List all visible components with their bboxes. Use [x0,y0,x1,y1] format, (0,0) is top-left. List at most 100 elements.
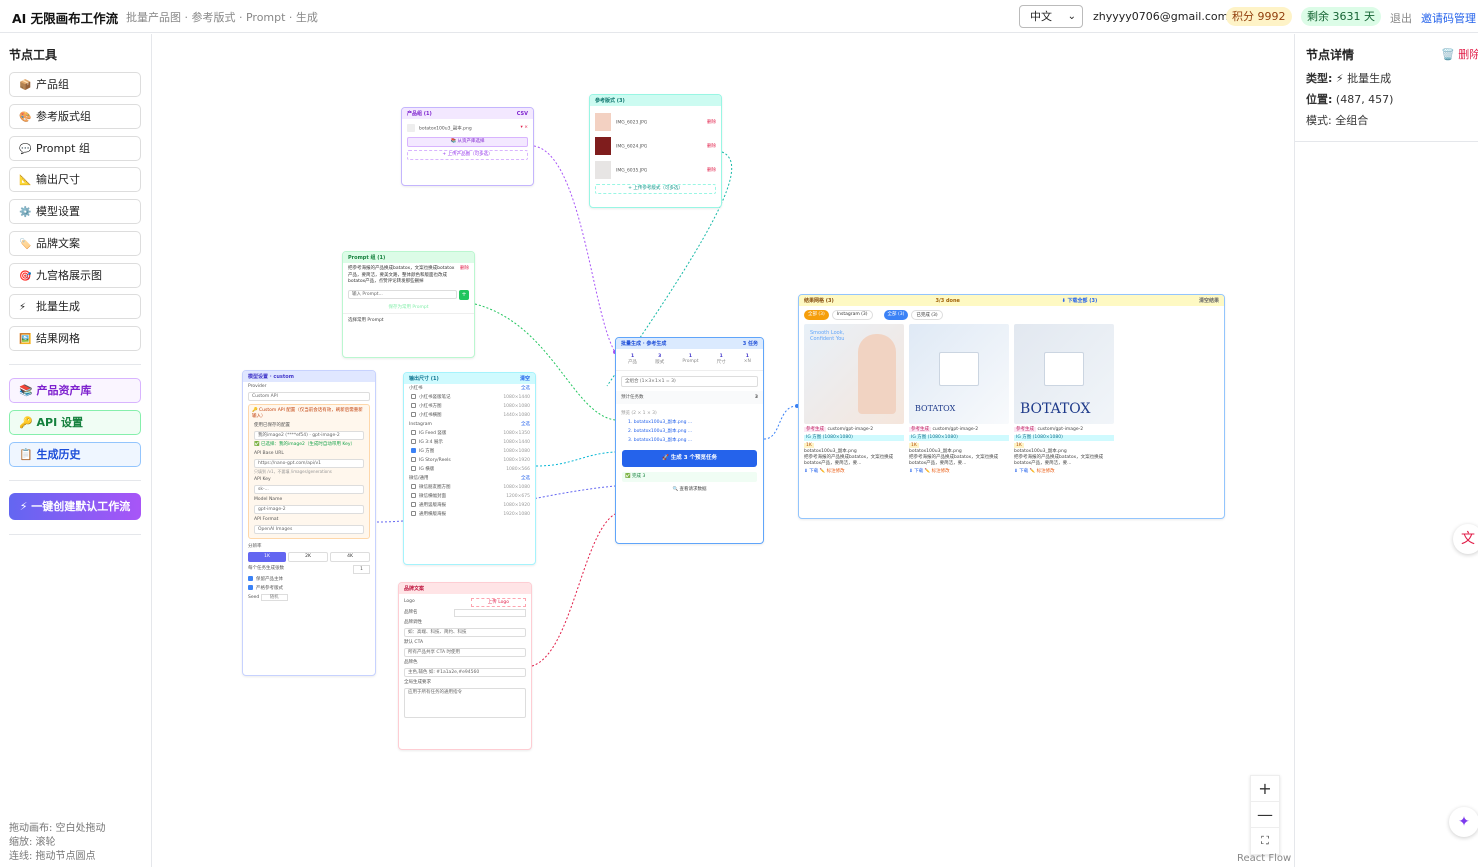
checkbox[interactable] [411,448,416,453]
reference-group-node[interactable]: 参考版式 (3) IMG_6023.JPG 删除 IMG_6024.JPG 删除 I… [589,94,722,208]
brand-color-input[interactable]: 主色,辅色 如: #1a1a2e,#e94560 [404,668,526,677]
filter-status-done[interactable]: 已完成 (3) [911,310,943,320]
product-group-node[interactable]: 产品组 (1) CSV botatox100u3_副本.png ▾ × 📚 从资产库… [401,107,534,186]
result-grid-node[interactable]: 结果网格 (3) 3/3 done ⬇ 下载全部 (3) 清空结果 全部 (3) In… [798,294,1225,519]
checkbox[interactable] [411,466,416,471]
annotate-button[interactable]: ✏️ 标注修改 [925,469,950,474]
flow-canvas[interactable]: 产品组 (1) CSV botatox100u3_副本.png ▾ × 📚 从资产库… [152,34,1294,867]
tool-reference-group[interactable]: 🎨 参考版式组 [9,104,141,129]
select-all-button[interactable]: 全选 [521,421,530,428]
add-prompt-button[interactable]: + [459,289,469,300]
checkbox[interactable] [411,403,416,408]
annotate-button[interactable]: ✏️ 标注修改 [1030,469,1055,474]
tool-brand-copy[interactable]: 🏷️ 品牌文案 [9,231,141,256]
language-select[interactable]: 中文 ⌄ [1019,5,1083,28]
upload-reference-button[interactable]: + 上传参考版式（可多选） [595,184,716,194]
delete-node-button[interactable]: 🗑️ 删除 [1441,46,1478,62]
size-option[interactable]: 微信横幅封面 1200×675 [404,492,535,501]
checkbox[interactable] [411,394,416,399]
result-image[interactable]: Smooth Look, Confident You [804,324,904,424]
result-card[interactable]: Smooth Look, Confident You 参考生成 custom/gp… [804,324,904,475]
tool-result-grid[interactable]: 🖼️ 结果网格 [9,326,141,351]
checkbox[interactable] [411,457,416,462]
fit-view-icon[interactable]: ⛶ [1251,828,1279,854]
api-settings-button[interactable]: 🔑 API 设置 [9,410,141,435]
output-size-node[interactable]: 输出尺寸 (1) 清空 小红书 全选 小红书竖版笔记 1080×1440 小红书方图 108… [403,372,536,565]
tool-prompt-group[interactable]: 💬 Prompt 组 [9,136,141,161]
create-default-workflow-button[interactable]: ⚡ 一键创建默认工作流 [9,493,141,520]
zoom-in-button[interactable]: + [1251,776,1279,802]
tool-product-group[interactable]: 📦 产品组 [9,72,141,97]
size-option[interactable]: 微信朋友圈方图 1080×1080 [404,483,535,492]
zoom-out-button[interactable]: — [1251,802,1279,828]
checkbox[interactable] [411,493,416,498]
model-settings-node[interactable]: 模型设置 · custom Provider Custom API 🔑 Cust… [242,370,376,676]
upload-logo-button[interactable]: 上传 Logo [470,598,526,607]
brand-copy-node[interactable]: 品牌文案 Logo 上传 Logo 品牌名 品牌调性 如：高端、科技、简约、科技 … [398,582,532,750]
brand-name-input[interactable] [454,609,526,617]
size-option[interactable]: 通用竖版海报 1080×1920 [404,501,535,510]
annotate-button[interactable]: ✏️ 标注修改 [820,469,845,474]
filter-all[interactable]: 全部 (3) [804,310,829,320]
product-assets-button[interactable]: 📚 产品资产库 [9,378,141,403]
generation-history-button[interactable]: 📋 生成历史 [9,442,141,467]
checkbox[interactable] [411,430,416,435]
result-image[interactable]: BOTATOX [1014,324,1114,424]
count-input[interactable]: 1 [353,565,370,574]
csv-tag[interactable]: CSV [517,111,528,117]
delete-button[interactable]: 删除 [707,143,716,150]
size-option[interactable]: IG 方图 1080×1080 [404,447,535,456]
checkbox[interactable] [248,585,253,590]
checkbox[interactable] [411,502,416,507]
download-button[interactable]: ⬇ 下载 [1014,469,1028,474]
result-card[interactable]: BOTATOX 参考生成 custom/gpt-image-2 IG 方图 (108… [1014,324,1114,475]
resolution-4k[interactable]: 4K [330,552,370,562]
upload-product-button[interactable]: + 上传产品图（可多选） [407,149,528,160]
result-card[interactable]: BOTATOX 参考生成 custom/gpt-image-2 IG 方图 (108… [909,324,1009,475]
download-all-button[interactable]: ⬇ 下载全部 (3) [1062,297,1098,304]
select-all-button[interactable]: 全选 [521,385,530,392]
generate-tasks-button[interactable]: 🚀 生成 3 个预览任务 [622,450,757,467]
brand-tone-input[interactable]: 如：高端、科技、简约、科技 [404,628,526,637]
clear-results-button[interactable]: 清空结果 [1199,297,1219,304]
global-requirement-input[interactable]: 应用于所有任务的通用指令 [404,688,526,718]
combination-mode-select[interactable]: 全组合 (1×3×1×1 = 3) [621,376,758,387]
tool-output-size[interactable]: 📐 输出尺寸 [9,167,141,192]
result-image[interactable]: BOTATOX [909,324,1009,424]
react-flow-attribution[interactable]: React Flow [1237,853,1291,864]
delete-button[interactable]: 删除 [460,266,469,286]
size-option[interactable]: IG 3:4 展示 1080×1440 [404,438,535,447]
strict-reference-row[interactable]: 严格参考版式 [243,584,375,593]
filter-instagram[interactable]: Instagram (3) [831,310,873,320]
api-key-input[interactable]: sk-... [254,485,364,494]
tool-model-settings[interactable]: ⚙️ 模型设置 [9,199,141,224]
translate-icon[interactable]: 文 [1453,524,1478,554]
default-cta-input[interactable]: 所有产品共享 CTA 时使用 [404,648,526,657]
size-option[interactable]: IG Story/Reels 1080×1920 [404,456,535,465]
choose-common-prompt[interactable]: 选择常用 Prompt [343,312,474,326]
save-prompt-button[interactable]: 保存为常用 Prompt [343,301,474,313]
download-button[interactable]: ⬇ 下载 [909,469,923,474]
checkbox[interactable] [411,412,416,417]
filter-status-all[interactable]: 全部 (3) [883,310,909,320]
batch-generate-node[interactable]: 批量生成 · 参考生成 3 任务 1 产品 3 版式 1 Prompt 1 尺寸 1 ×N 全组合 … [615,337,764,544]
delete-button[interactable]: 删除 [707,119,716,126]
prompt-input[interactable]: 输入 Prompt... [348,290,457,299]
api-format-select[interactable]: OpenAI Images [254,525,364,534]
resolution-1k[interactable]: 1K [248,552,286,562]
pick-from-assets-button[interactable]: 📚 从资产库选择 [407,136,528,147]
size-option[interactable]: 小红书竖版笔记 1080×1440 [404,393,535,402]
prompt-group-node[interactable]: Prompt 组 (1) 把参考海报的产品换成batatox，文案也换成bota… [342,251,475,358]
checkbox[interactable] [411,439,416,444]
size-option[interactable]: 小红书方图 1080×1080 [404,402,535,411]
tool-nine-grid[interactable]: 🎯 九宫格展示图 [9,263,141,288]
clear-button[interactable]: 清空 [520,375,530,382]
delete-button[interactable]: 删除 [707,167,716,174]
view-request-button[interactable]: 🔍 查看请求数据 [622,485,757,495]
checkbox[interactable] [248,576,253,581]
size-option[interactable]: 通用横版海报 1920×1080 [404,510,535,519]
seed-input[interactable]: 随机 [260,594,288,601]
checkbox[interactable] [411,484,416,489]
tool-batch-generate[interactable]: ⚡ 批量生成 [9,294,141,319]
api-base-input[interactable]: https://nano-gpt.com/api/v1 [254,459,364,468]
